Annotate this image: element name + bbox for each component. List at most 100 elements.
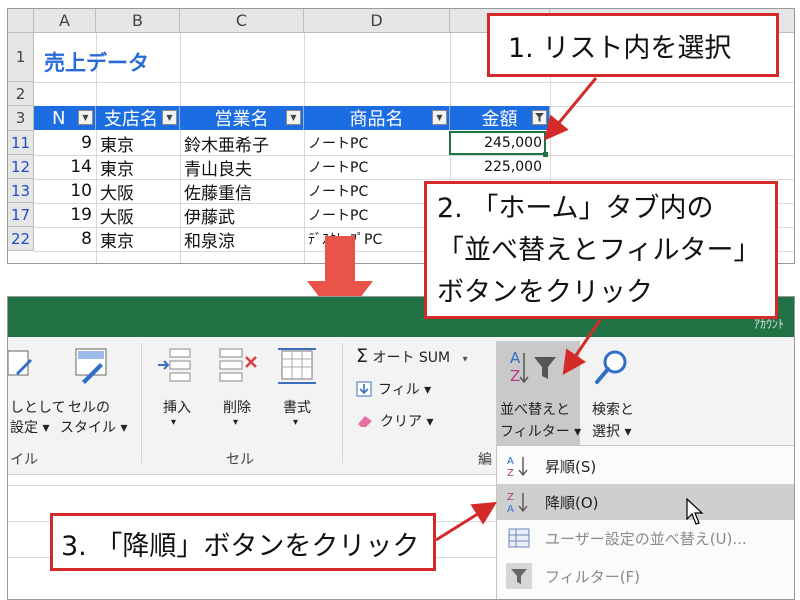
header-product-label: 商品名: [349, 109, 404, 130]
row-header-13[interactable]: 13: [8, 179, 34, 203]
find-select-label-2: 選択 ▾: [592, 424, 632, 440]
format-as-table-label-2: 設定 ▾: [10, 420, 50, 436]
cell-styles-label-1: セルの: [68, 400, 110, 416]
menu-item-custom-sort[interactable]: ユーザー設定の並べ替え(U)...: [497, 520, 794, 556]
table-cell[interactable]: 大阪: [96, 203, 180, 228]
table-cell[interactable]: 東京: [96, 155, 180, 180]
editing-group-label: 編: [478, 452, 492, 468]
filter-dropdown-icon[interactable]: ▼: [286, 110, 301, 125]
table-cell[interactable]: 大阪: [96, 179, 180, 204]
table-cell[interactable]: 225,000: [450, 155, 546, 179]
find-select-label-1: 検索と: [592, 402, 634, 418]
insert-cells-icon[interactable]: [156, 345, 196, 387]
select-all-corner[interactable]: [8, 9, 34, 33]
table-cell[interactable]: ノートPC: [304, 155, 450, 179]
svg-text:A: A: [507, 456, 514, 467]
callout-step-1-text: 1. リスト内を選択: [508, 33, 732, 64]
row-header-11[interactable]: 11: [8, 131, 34, 155]
mouse-cursor-icon: [686, 498, 704, 525]
table-header-amount: 金額: [450, 106, 550, 130]
menu-item-descending[interactable]: Z A 降順(O): [497, 484, 794, 520]
table-cell[interactable]: 8: [34, 227, 96, 251]
column-header-b[interactable]: B: [96, 9, 180, 33]
autosum-button[interactable]: Σ オート SUM ▾: [356, 345, 468, 367]
menu-ascending-label: 昇順(S): [545, 457, 597, 476]
row-header-12[interactable]: 12: [8, 155, 34, 179]
eraser-icon: [358, 416, 372, 427]
table-cell[interactable]: 19: [34, 203, 96, 227]
delete-dropdown[interactable]: ▾: [233, 417, 238, 428]
row-header-2[interactable]: 2: [8, 82, 34, 106]
table-cell[interactable]: 9: [34, 131, 96, 155]
svg-text:Z: Z: [507, 492, 514, 503]
table-header-product: 商品名 ▼: [304, 106, 450, 130]
row-header-1[interactable]: 1: [8, 33, 34, 82]
filter-dropdown-icon[interactable]: ▼: [432, 110, 447, 125]
delete-cells-icon[interactable]: [216, 345, 260, 387]
callout-step-2-line-2: 「並べ替えとフィルター」: [437, 235, 761, 266]
custom-sort-icon: [508, 528, 530, 548]
format-dropdown[interactable]: ▾: [293, 417, 298, 428]
grid-line: [8, 485, 498, 486]
table-cell[interactable]: 10: [34, 179, 96, 203]
row-header-17[interactable]: 17: [8, 203, 34, 227]
header-branch-label: 支店名: [104, 109, 158, 130]
table-cell[interactable]: 伊藤武: [180, 203, 304, 228]
menu-custom-sort-label: ユーザー設定の並べ替え(U)...: [545, 529, 747, 548]
table-header-no: N ▼: [34, 106, 96, 130]
clear-label: クリア ▾: [380, 414, 434, 430]
column-header-d[interactable]: D: [304, 9, 450, 33]
filter-dropdown-icon[interactable]: ▼: [162, 110, 177, 125]
filter-dropdown-icon[interactable]: ▼: [78, 110, 93, 125]
svg-text:A: A: [507, 504, 514, 514]
autosum-label: オート SUM: [372, 350, 451, 366]
column-header-a[interactable]: A: [34, 9, 96, 33]
header-name-label: 営業名: [214, 109, 269, 130]
sigma-icon: Σ: [356, 345, 369, 367]
format-cells-icon[interactable]: [276, 345, 320, 387]
filter-icon: [506, 563, 532, 589]
insert-label: 挿入: [163, 400, 191, 416]
menu-filter-label: フィルター(F): [545, 567, 641, 586]
styles-group-label: イル: [10, 452, 38, 468]
menu-item-ascending[interactable]: A Z 昇順(S): [497, 448, 794, 484]
table-cell[interactable]: 青山良夫: [180, 155, 304, 180]
table-cell[interactable]: 東京: [96, 227, 180, 252]
menu-item-filter[interactable]: フィルター(F): [497, 558, 794, 594]
cell-styles-icon[interactable]: [72, 345, 112, 387]
filter-active-icon[interactable]: [532, 110, 547, 125]
table-header-branch: 支店名 ▼: [96, 106, 180, 130]
grid-line: [34, 82, 794, 83]
table-cell[interactable]: 鈴木亜希子: [180, 131, 304, 156]
fill-down-icon: [356, 381, 372, 397]
sort-filter-label-2: フィルター ▾: [500, 424, 582, 440]
format-label: 書式: [283, 400, 311, 416]
clear-button[interactable]: クリア ▾: [356, 411, 433, 431]
search-icon[interactable]: [592, 347, 632, 389]
table-cell[interactable]: 佐藤重信: [180, 179, 304, 204]
cells-group-label: セル: [226, 452, 254, 468]
autosum-dropdown[interactable]: ▾: [463, 354, 468, 365]
table-cell[interactable]: 東京: [96, 131, 180, 156]
group-separator: [141, 343, 142, 463]
fill-button[interactable]: フィル ▾: [356, 379, 431, 399]
format-as-table-icon[interactable]: [8, 347, 34, 387]
row-header-22[interactable]: 22: [8, 227, 34, 251]
header-amount-label: 金額: [481, 109, 518, 130]
svg-text:Z: Z: [510, 367, 520, 385]
callout-step-1: 1. リスト内を選択: [487, 13, 779, 77]
table-cell[interactable]: ノートPC: [304, 131, 450, 155]
insert-dropdown[interactable]: ▾: [171, 417, 176, 428]
column-header-c[interactable]: C: [180, 9, 304, 33]
table-cell[interactable]: 和泉涼: [180, 227, 304, 252]
menu-descending-label: 降順(O): [545, 493, 599, 512]
sort-filter-label-1: 並べ替えと: [500, 402, 570, 418]
row-header-3[interactable]: 3: [8, 106, 34, 131]
sort-ascending-icon: A Z: [507, 456, 528, 478]
fill-label: フィル ▾: [378, 382, 432, 398]
table-cell[interactable]: 14: [34, 155, 96, 179]
delete-label: 削除: [223, 400, 251, 416]
table-header-name: 営業名 ▼: [180, 106, 304, 130]
callout-step-2-line-3: ボタンをクリック: [437, 277, 653, 308]
header-no-label: N: [52, 107, 66, 129]
